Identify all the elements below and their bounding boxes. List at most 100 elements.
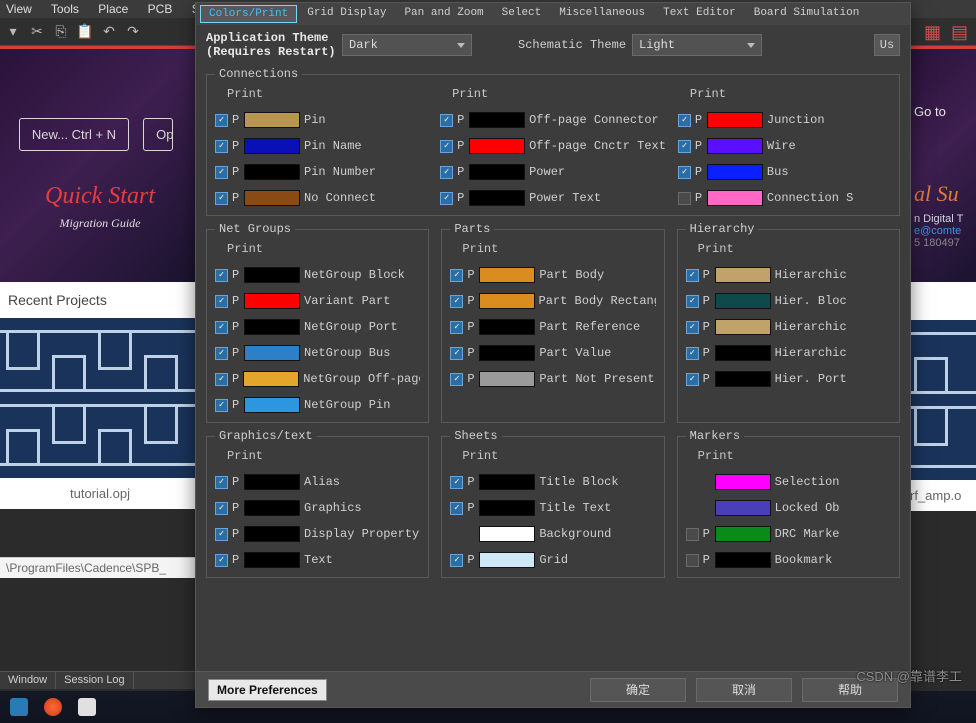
tab-miscellaneous[interactable]: Miscellaneous — [551, 5, 653, 23]
cancel-button[interactable]: 取消 — [696, 678, 792, 702]
print-checkbox[interactable]: ✓ — [215, 269, 228, 282]
color-swatch[interactable] — [469, 164, 525, 180]
new-project-button[interactable]: New... Ctrl + N — [19, 118, 129, 151]
print-checkbox[interactable]: ✓ — [686, 269, 699, 282]
print-checkbox[interactable]: ✓ — [678, 114, 691, 127]
color-swatch[interactable] — [479, 474, 535, 490]
scissors-icon[interactable]: ✂ — [28, 23, 46, 41]
menu-tools[interactable]: Tools — [51, 2, 79, 16]
color-swatch[interactable] — [479, 345, 535, 361]
more-preferences-button[interactable]: More Preferences — [208, 679, 327, 701]
print-checkbox[interactable]: ✓ — [440, 166, 453, 179]
color-swatch[interactable] — [479, 371, 535, 387]
color-swatch[interactable] — [244, 397, 300, 413]
rf-amp-label[interactable]: rf_amp.o — [908, 480, 976, 511]
print-checkbox[interactable]: ✓ — [215, 528, 228, 541]
color-swatch[interactable] — [715, 371, 771, 387]
color-swatch[interactable] — [244, 552, 300, 568]
color-swatch[interactable] — [244, 345, 300, 361]
tutorial-file-label[interactable]: tutorial.opj — [0, 478, 200, 509]
print-checkbox[interactable]: ✓ — [450, 373, 463, 386]
color-swatch[interactable] — [707, 190, 763, 206]
print-checkbox[interactable]: ✓ — [450, 269, 463, 282]
status-window[interactable]: Window — [0, 672, 56, 689]
color-swatch[interactable] — [469, 138, 525, 154]
print-checkbox[interactable]: ✓ — [678, 140, 691, 153]
color-swatch[interactable] — [707, 112, 763, 128]
color-swatch[interactable] — [715, 500, 771, 516]
print-checkbox[interactable]: ✓ — [450, 554, 463, 567]
app-theme-select[interactable]: Dark — [342, 34, 472, 56]
color-swatch[interactable] — [243, 371, 299, 387]
tab-board-simulation[interactable]: Board Simulation — [746, 5, 868, 23]
print-checkbox[interactable]: ✓ — [450, 321, 463, 334]
print-checkbox[interactable]: ✓ — [215, 502, 228, 515]
color-swatch[interactable] — [715, 267, 771, 283]
menu-place[interactable]: Place — [98, 2, 128, 16]
print-checkbox[interactable]: ✓ — [215, 114, 228, 127]
schematic-theme-select[interactable]: Light — [632, 34, 762, 56]
print-checkbox[interactable]: ✓ — [686, 347, 699, 360]
print-checkbox[interactable]: ✓ — [450, 476, 463, 489]
color-swatch[interactable] — [715, 345, 771, 361]
copy-icon[interactable]: ⎘ — [52, 23, 70, 41]
dropdown-icon[interactable]: ▾ — [4, 23, 22, 41]
print-checkbox[interactable]: ✓ — [686, 295, 699, 308]
color-swatch[interactable] — [479, 500, 535, 516]
tab-select[interactable]: Select — [494, 5, 550, 23]
color-swatch[interactable] — [244, 112, 300, 128]
ok-button[interactable]: 确定 — [590, 678, 686, 702]
tab-pan-and-zoom[interactable]: Pan and Zoom — [396, 5, 491, 23]
status-session-log[interactable]: Session Log — [56, 672, 134, 689]
print-checkbox[interactable]: ✓ — [215, 166, 228, 179]
print-checkbox[interactable]: ✓ — [215, 295, 228, 308]
color-swatch[interactable] — [715, 552, 771, 568]
print-checkbox[interactable]: ✓ — [215, 140, 228, 153]
undo-icon[interactable]: ↶ — [100, 23, 118, 41]
print-checkbox[interactable]: ✓ — [440, 114, 453, 127]
print-checkbox[interactable]: ✓ — [686, 321, 699, 334]
color-swatch[interactable] — [479, 526, 535, 542]
color-swatch[interactable] — [469, 190, 525, 206]
print-checkbox[interactable]: ✓ — [215, 373, 228, 386]
print-checkbox[interactable]: ✓ — [686, 373, 699, 386]
color-swatch[interactable] — [244, 500, 300, 516]
color-swatch[interactable] — [707, 138, 763, 154]
menu-view[interactable]: View — [6, 2, 32, 16]
color-swatch[interactable] — [715, 293, 771, 309]
color-swatch[interactable] — [479, 293, 535, 309]
redo-icon[interactable]: ↷ — [124, 23, 142, 41]
color-swatch[interactable] — [244, 319, 300, 335]
us-button[interactable]: Us — [874, 34, 900, 56]
print-checkbox[interactable]: ✓ — [678, 192, 691, 205]
color-swatch[interactable] — [479, 552, 535, 568]
print-checkbox[interactable]: ✓ — [215, 476, 228, 489]
print-checkbox[interactable]: ✓ — [450, 295, 463, 308]
color-swatch[interactable] — [244, 526, 300, 542]
print-checkbox[interactable]: ✓ — [215, 554, 228, 567]
print-checkbox[interactable]: ✓ — [450, 347, 463, 360]
taskbar-browser-icon[interactable] — [44, 698, 62, 716]
print-checkbox[interactable]: ✓ — [215, 399, 228, 412]
color-swatch[interactable] — [244, 474, 300, 490]
color-swatch[interactable] — [715, 319, 771, 335]
print-checkbox[interactable]: ✓ — [450, 502, 463, 515]
color-swatch[interactable] — [244, 138, 300, 154]
taskbar-app-icon[interactable] — [10, 698, 28, 716]
print-checkbox[interactable]: ✓ — [686, 528, 699, 541]
color-swatch[interactable] — [479, 267, 535, 283]
print-checkbox[interactable]: ✓ — [678, 166, 691, 179]
tab-grid-display[interactable]: Grid Display — [299, 5, 394, 23]
print-checkbox[interactable]: ✓ — [686, 554, 699, 567]
color-swatch[interactable] — [244, 190, 300, 206]
tab-colors-print[interactable]: Colors/Print — [200, 5, 297, 23]
print-checkbox[interactable]: ✓ — [215, 192, 228, 205]
color-swatch[interactable] — [715, 526, 771, 542]
tab-text-editor[interactable]: Text Editor — [655, 5, 744, 23]
color-swatch[interactable] — [469, 112, 525, 128]
print-checkbox[interactable]: ✓ — [215, 321, 228, 334]
table-icon[interactable]: ▦ — [924, 22, 941, 43]
print-checkbox[interactable]: ✓ — [440, 192, 453, 205]
taskbar-generic-icon[interactable] — [78, 698, 96, 716]
color-swatch[interactable] — [244, 267, 300, 283]
